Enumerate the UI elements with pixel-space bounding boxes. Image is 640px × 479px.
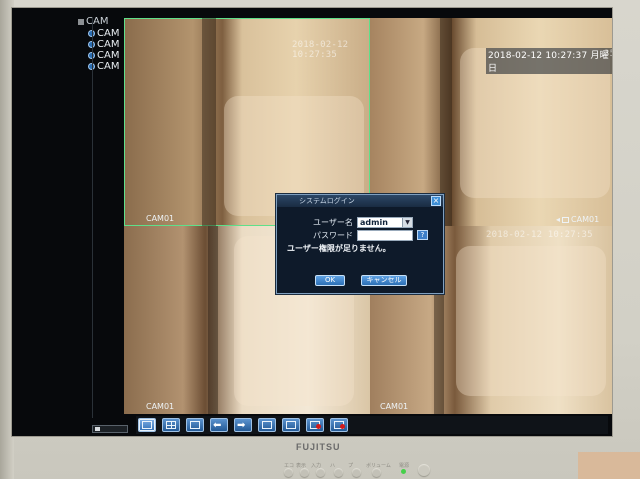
- record-dot-icon: [340, 424, 345, 429]
- fullscreen-button[interactable]: [186, 418, 204, 432]
- playback-icon: [262, 421, 272, 429]
- single-view-icon: [142, 421, 152, 429]
- previous-arrow-icon: ⬅: [213, 420, 222, 431]
- camera-list-header-label: CAM: [86, 16, 109, 27]
- folder-icon: [78, 19, 84, 25]
- monitor-display-button[interactable]: [300, 468, 309, 477]
- tile-timestamp: 2018-02-12 10:27:37 月曜日: [486, 48, 612, 74]
- cancel-button[interactable]: キャンセル: [361, 275, 407, 286]
- camera-list-item-label: CAM: [97, 28, 120, 39]
- fullscreen-icon: [190, 421, 200, 429]
- keyboard-button[interactable]: ?: [417, 230, 428, 240]
- tile-status-icons: ◂ CAM01: [556, 215, 599, 224]
- search-icon: [286, 421, 296, 429]
- close-icon: ×: [432, 196, 440, 205]
- monitor-control-label: 電源: [399, 463, 410, 469]
- tile-camera-label: CAM01: [146, 214, 175, 223]
- quad-view-button[interactable]: [162, 418, 180, 432]
- background-wall: [578, 452, 640, 479]
- password-input[interactable]: [357, 230, 413, 241]
- dialog-title: システムログイン ×: [277, 195, 443, 207]
- error-message: ユーザー権限が足りません。: [287, 244, 391, 253]
- sidebar-scrollbar[interactable]: [92, 425, 128, 433]
- monitor-control-label: ハ: [330, 463, 336, 469]
- tile-timestamp: 2018-02-12 10:27:35: [292, 40, 349, 60]
- video-content: [456, 246, 606, 396]
- monitor-input-button[interactable]: [316, 468, 325, 477]
- video-content: [208, 226, 218, 414]
- username-label: ユーザー名: [313, 218, 353, 227]
- username-select[interactable]: admin ▼: [357, 217, 413, 228]
- video-content: [202, 18, 216, 226]
- dvr-screen: CAM CAM CAM CAM CAM 2018-02-12 10:27:35 …: [12, 8, 612, 436]
- dialog-title-text: システムログイン: [299, 197, 355, 205]
- monitor-brand-logo: FUJITSU: [296, 442, 341, 452]
- ok-button[interactable]: OK: [315, 275, 345, 286]
- chevron-down-icon[interactable]: ▼: [402, 218, 412, 227]
- power-led-icon: [401, 469, 406, 474]
- record-status-icon: [562, 216, 570, 223]
- previous-button[interactable]: ⬅: [210, 418, 228, 432]
- next-arrow-icon: ➡: [237, 420, 246, 431]
- monitor-power-button[interactable]: [418, 464, 430, 476]
- single-view-button[interactable]: [138, 418, 156, 432]
- tile-camera-label: CAM01: [380, 402, 409, 411]
- quad-view-icon: [166, 421, 176, 429]
- username-value: admin: [360, 218, 388, 227]
- monitor-up-button[interactable]: [352, 468, 361, 477]
- password-label: パスワード: [313, 231, 353, 240]
- sidebar-divider: [92, 18, 93, 418]
- playback-button[interactable]: [258, 418, 276, 432]
- record-button[interactable]: [306, 418, 324, 432]
- tile-camera-label: CAM01: [571, 215, 600, 224]
- record-stop-button[interactable]: [330, 418, 348, 432]
- login-dialog: システムログイン × ユーザー名 admin ▼ パスワード ? ユーザー権限が…: [276, 194, 444, 294]
- search-button[interactable]: [282, 418, 300, 432]
- camera-list-item-label: CAM: [97, 50, 120, 61]
- close-button[interactable]: ×: [431, 196, 441, 206]
- monitor-volume-button[interactable]: [372, 468, 381, 477]
- camera-list-item-label: CAM: [97, 61, 120, 72]
- record-dot-icon: [316, 424, 321, 429]
- monitor-eco-button[interactable]: [284, 468, 293, 477]
- scrollbar-thumb[interactable]: [95, 427, 100, 431]
- monitor-control-label: プ: [348, 463, 354, 469]
- next-button[interactable]: ➡: [234, 418, 252, 432]
- tile-timestamp-overflow: 35: [604, 49, 612, 59]
- tile-camera-label: CAM01: [146, 402, 175, 411]
- bottom-toolbar: ⬅ ➡: [136, 416, 608, 434]
- camera-list-item-label: CAM: [97, 39, 120, 50]
- motion-icon: ◂: [556, 215, 561, 224]
- monitor-down-button[interactable]: [334, 468, 343, 477]
- tile-timestamp: 2018-02-12 10:27:35: [486, 230, 593, 240]
- keyboard-icon: ?: [420, 231, 425, 239]
